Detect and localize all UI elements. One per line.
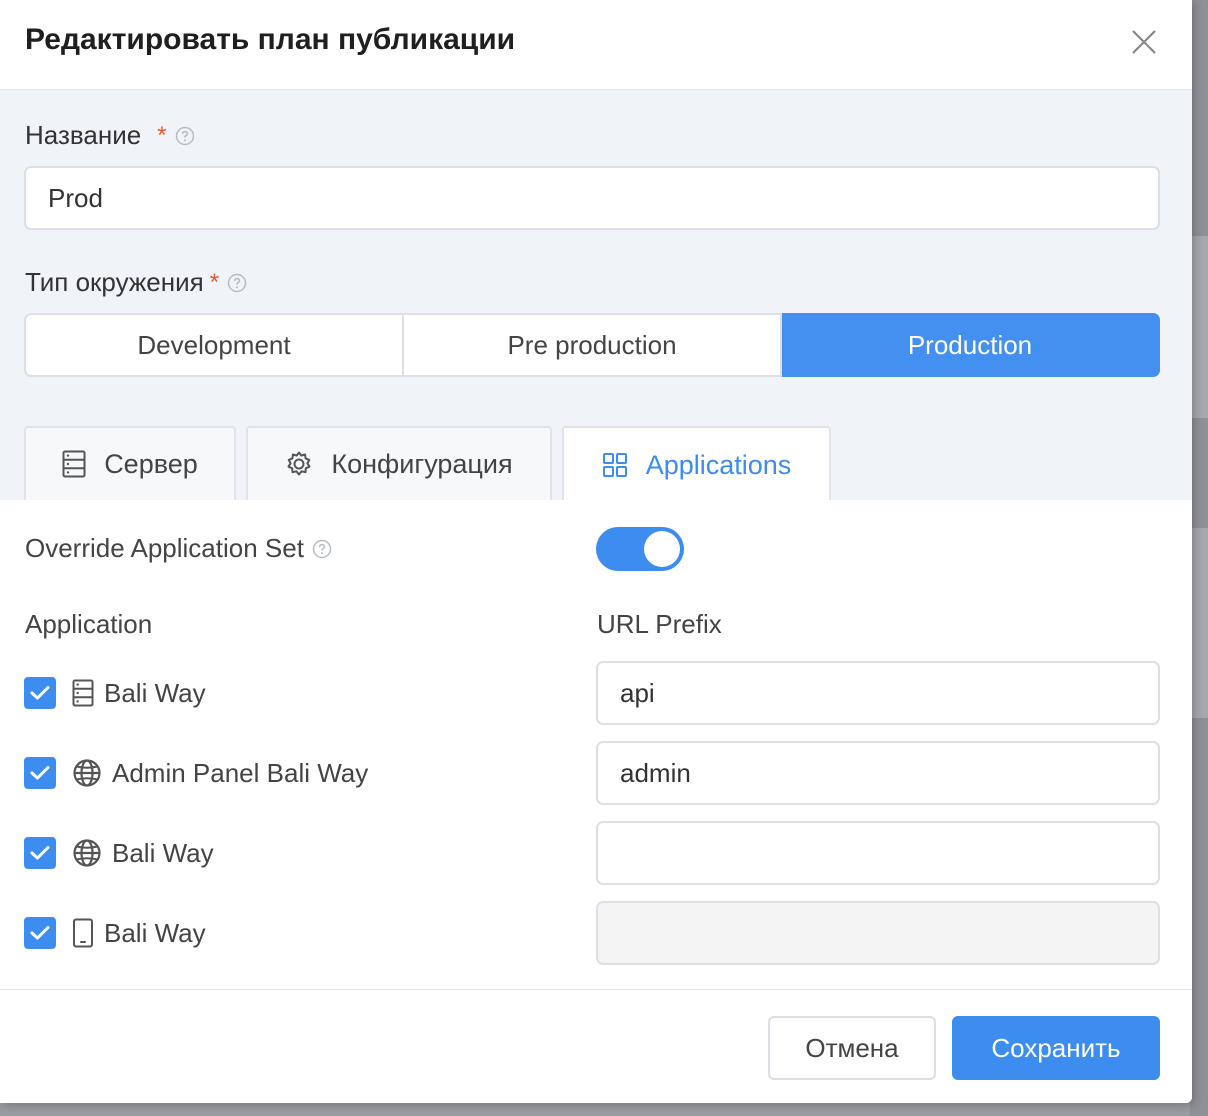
- env-option-production[interactable]: Production: [782, 313, 1160, 377]
- application-row: Bali Way: [24, 677, 206, 709]
- checkmark-icon: [30, 846, 50, 860]
- server-icon: [72, 679, 94, 707]
- url-prefix-input[interactable]: api: [596, 661, 1160, 725]
- close-button[interactable]: [1126, 24, 1162, 60]
- application-checkbox[interactable]: [24, 917, 56, 949]
- tab-configuration[interactable]: Конфигурация: [246, 426, 552, 500]
- required-mark: *: [157, 121, 167, 149]
- application-checkbox[interactable]: [24, 757, 56, 789]
- application-name: Bali Way: [104, 917, 206, 948]
- application-name: Bali Way: [112, 837, 214, 868]
- backdrop-strip: [1190, 528, 1208, 718]
- override-label: Override Application Set: [25, 533, 332, 564]
- url-prefix-input[interactable]: admin: [596, 741, 1160, 805]
- mobile-icon: [72, 918, 94, 948]
- application-row: Bali Way: [24, 917, 206, 949]
- tab-applications[interactable]: Applications: [562, 426, 831, 502]
- globe-icon: [72, 838, 102, 868]
- env-option-pre-production[interactable]: Pre production: [404, 313, 782, 377]
- url-prefix-input[interactable]: [596, 821, 1160, 885]
- env-type-label-text: Тип окружения: [25, 267, 204, 297]
- tab-server-label: Сервер: [104, 448, 198, 479]
- override-application-set-toggle[interactable]: [596, 527, 684, 571]
- env-option-development[interactable]: Development: [24, 313, 404, 377]
- close-icon: [1132, 30, 1156, 54]
- tab-server[interactable]: Сервер: [24, 426, 236, 500]
- name-label-text: Название: [25, 120, 142, 150]
- dialog-footer: Отмена Сохранить: [0, 989, 1192, 1103]
- globe-icon: [72, 758, 102, 788]
- application-column-header: Application: [25, 609, 153, 639]
- toggle-knob: [644, 531, 680, 567]
- cancel-button[interactable]: Отмена: [768, 1016, 936, 1080]
- grid-icon: [602, 453, 627, 477]
- checkmark-icon: [30, 686, 50, 700]
- form-upper-section: Название * Prod Тип окружения * Developm…: [0, 90, 1192, 502]
- backdrop-strip: [1190, 236, 1208, 418]
- dialog-header: Редактировать план публикации: [0, 0, 1192, 90]
- gear-icon: [287, 451, 311, 476]
- application-checkbox[interactable]: [24, 677, 56, 709]
- name-field-label: Название *: [25, 120, 195, 151]
- name-input[interactable]: Prod: [24, 166, 1160, 230]
- url-prefix-input-disabled: [596, 901, 1160, 965]
- required-mark: *: [209, 268, 220, 296]
- dialog-title: Редактировать план публикации: [25, 23, 516, 56]
- edit-publication-plan-dialog: Редактировать план публикации Название *…: [0, 0, 1192, 1103]
- env-type-label: Тип окружения *: [25, 267, 247, 298]
- application-row: Bali Way: [24, 837, 214, 869]
- override-label-text: Override Application Set: [25, 533, 304, 563]
- application-name: Bali Way: [104, 677, 206, 708]
- application-name: Admin Panel Bali Way: [112, 757, 369, 788]
- save-button[interactable]: Сохранить: [952, 1016, 1160, 1080]
- application-row: Admin Panel Bali Way: [24, 757, 368, 789]
- checkmark-icon: [30, 766, 50, 780]
- url-prefix-column-header: URL Prefix: [597, 609, 722, 639]
- tab-applications-label: Applications: [645, 449, 792, 480]
- help-icon[interactable]: [175, 126, 195, 146]
- help-icon[interactable]: [312, 539, 332, 559]
- server-icon: [62, 450, 86, 478]
- application-checkbox[interactable]: [24, 837, 56, 869]
- help-icon[interactable]: [227, 273, 247, 293]
- tab-configuration-label: Конфигурация: [331, 448, 513, 479]
- env-type-segmented-control: Development Pre production Production: [24, 313, 1160, 377]
- checkmark-icon: [30, 926, 50, 940]
